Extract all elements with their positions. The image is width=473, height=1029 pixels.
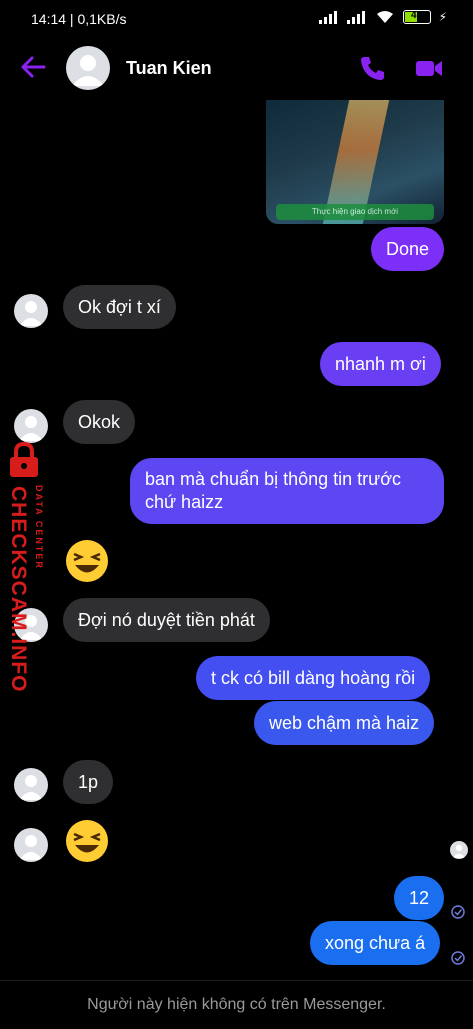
- status-bar: 14:14 | 0,1KB/s 47 ⚡: [0, 0, 473, 38]
- charging-icon: ⚡: [438, 10, 447, 24]
- laughing-emoji-icon[interactable]: [64, 818, 110, 864]
- message-incoming[interactable]: Ok đợi t xí: [63, 285, 176, 329]
- signal-icon: [318, 11, 337, 24]
- seen-check-icon: [451, 905, 465, 919]
- avatar-icon: [72, 55, 104, 86]
- message-outgoing[interactable]: xong chưa á: [310, 921, 441, 965]
- contact-name[interactable]: Tuan Kien: [126, 58, 212, 79]
- message-outgoing[interactable]: nhanh m ơi: [320, 342, 441, 386]
- signal-icon-2: [346, 11, 365, 24]
- watermark: CHECKSCAM.INFO DATA CENTER: [4, 440, 48, 693]
- laughing-emoji-icon[interactable]: [64, 538, 110, 584]
- avatar[interactable]: [14, 828, 48, 862]
- message-incoming[interactable]: Okok: [63, 400, 136, 444]
- message-outgoing-multiline[interactable]: ban mà chuẩn bị thông tin trước chứ haiz…: [130, 458, 444, 524]
- message-line: chứ haizz: [145, 492, 224, 512]
- message-line: ban mà chuẩn bị thông tin trước: [145, 469, 401, 489]
- avatar-icon: [19, 301, 43, 326]
- chat-header: Tuan Kien: [0, 38, 473, 100]
- battery-level: 47: [411, 10, 423, 21]
- avatar-icon: [19, 416, 43, 441]
- message-incoming[interactable]: Đợi nó duyệt tiền phát: [63, 598, 270, 642]
- avatar-icon: [19, 835, 43, 860]
- lock-icon: [10, 441, 38, 477]
- seen-avatar: [450, 841, 468, 859]
- message-outgoing[interactable]: t ck có bill dàng hoàng rồi: [196, 656, 431, 700]
- message-incoming[interactable]: 1p: [63, 760, 114, 804]
- video-call-icon[interactable]: [414, 54, 444, 82]
- image-caption: Thực hiện giao dịch mới: [276, 204, 434, 220]
- unavailable-notice: Người này hiện không có trên Messenger.: [0, 980, 473, 1025]
- shared-image[interactable]: Thực hiện giao dịch mới: [266, 100, 444, 224]
- message-outgoing[interactable]: web chậm mà haiz: [254, 701, 435, 745]
- phone-icon[interactable]: [358, 54, 388, 82]
- message-outgoing[interactable]: Done: [371, 227, 445, 271]
- status-time: 14:14 | 0,1KB/s: [31, 11, 127, 27]
- wifi-icon: [376, 11, 393, 23]
- status-icons: 47 ⚡: [318, 10, 447, 24]
- back-arrow-icon[interactable]: [18, 52, 48, 82]
- watermark-text: CHECKSCAM.INFO: [7, 486, 30, 693]
- avatar[interactable]: [14, 294, 48, 328]
- message-outgoing[interactable]: 12: [394, 876, 445, 920]
- avatar-icon: [452, 844, 466, 858]
- contact-avatar[interactable]: [66, 46, 110, 90]
- battery-icon: 47: [402, 10, 431, 24]
- watermark-subtext: DATA CENTER: [34, 485, 44, 570]
- seen-check-icon: [451, 951, 465, 965]
- avatar[interactable]: [14, 768, 48, 802]
- avatar-icon: [19, 775, 43, 800]
- avatar[interactable]: [14, 409, 48, 443]
